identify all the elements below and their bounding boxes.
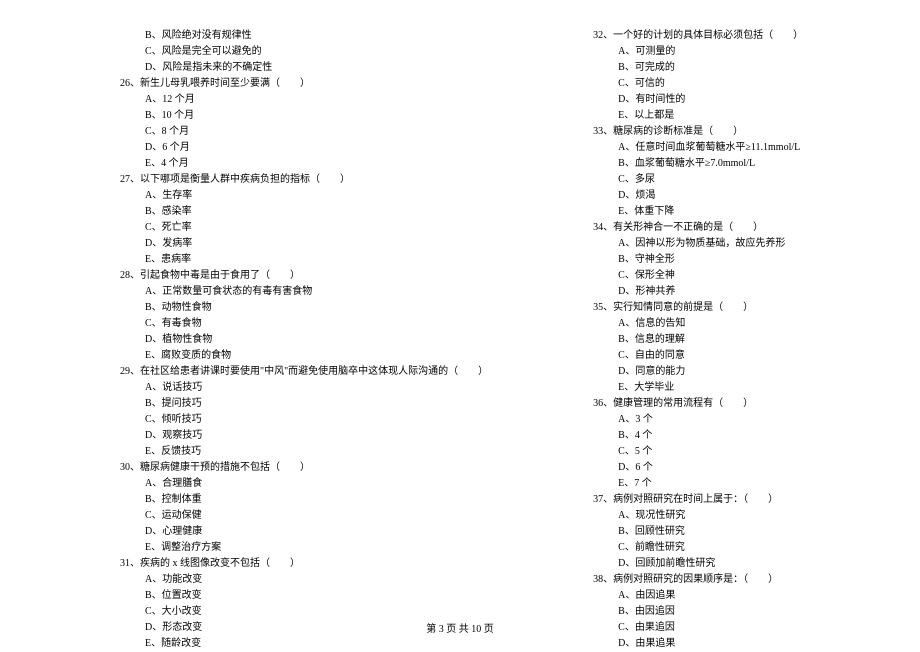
option-line: D、烦渴 — [538, 188, 908, 204]
option-line: A、说话技巧 — [65, 380, 488, 396]
question-line: 32、一个好的计划的具体目标必须包括（ ） — [538, 28, 908, 44]
option-line: C、前瞻性研究 — [538, 540, 908, 556]
option-line: B、控制体重 — [65, 492, 488, 508]
option-line: D、回顾加前瞻性研究 — [538, 556, 908, 572]
option-line: C、大小改变 — [65, 604, 488, 620]
option-line: A、合理膳食 — [65, 476, 488, 492]
option-line: C、自由的同意 — [538, 348, 908, 364]
option-line: B、感染率 — [65, 204, 488, 220]
option-line: C、多尿 — [538, 172, 908, 188]
question-line: 37、病例对照研究在时间上属于：（ ） — [538, 492, 908, 508]
option-line: B、由因追因 — [538, 604, 908, 620]
option-line: B、提问技巧 — [65, 396, 488, 412]
question-line: 26、新生儿母乳喂养时间至少要满（ ） — [65, 76, 488, 92]
option-line: A、任意时间血浆葡萄糖水平≥11.1mmol/L — [538, 140, 908, 156]
question-line: 28、引起食物中毒是由于食用了（ ） — [65, 268, 488, 284]
option-line: D、6 个 — [538, 460, 908, 476]
option-line: E、反馈技巧 — [65, 444, 488, 460]
option-line: B、血浆葡萄糖水平≥7.0mmol/L — [538, 156, 908, 172]
option-line: B、守神全形 — [538, 252, 908, 268]
right-column: 32、一个好的计划的具体目标必须包括（ ）A、可测量的B、可完成的C、可信的D、… — [513, 28, 920, 652]
option-line: C、死亡率 — [65, 220, 488, 236]
option-line: D、同意的能力 — [538, 364, 908, 380]
question-line: 34、有关形神合一不正确的是（ ） — [538, 220, 908, 236]
option-line: B、回顾性研究 — [538, 524, 908, 540]
question-line: 35、实行知情同意的前提是（ ） — [538, 300, 908, 316]
question-line: 30、糖尿病健康干预的措施不包括（ ） — [65, 460, 488, 476]
option-line: A、正常数量可食状态的有毒有害食物 — [65, 284, 488, 300]
option-line: B、动物性食物 — [65, 300, 488, 316]
option-line: B、位置改变 — [65, 588, 488, 604]
option-line: B、10 个月 — [65, 108, 488, 124]
option-line: C、5 个 — [538, 444, 908, 460]
option-line: B、风险绝对没有规律性 — [65, 28, 488, 44]
option-line: B、可完成的 — [538, 60, 908, 76]
option-line: E、大学毕业 — [538, 380, 908, 396]
option-line: D、心理健康 — [65, 524, 488, 540]
option-line: D、有时间性的 — [538, 92, 908, 108]
option-line: A、功能改变 — [65, 572, 488, 588]
question-line: 33、糖尿病的诊断标准是（ ） — [538, 124, 908, 140]
option-line: C、倾听技巧 — [65, 412, 488, 428]
option-line: D、风险是指未来的不确定性 — [65, 60, 488, 76]
option-line: C、风险是完全可以避免的 — [65, 44, 488, 60]
option-line: E、以上都是 — [538, 108, 908, 124]
option-line: E、7 个 — [538, 476, 908, 492]
option-line: D、植物性食物 — [65, 332, 488, 348]
option-line: C、有毒食物 — [65, 316, 488, 332]
page-footer: 第 3 页 共 10 页 — [0, 620, 920, 635]
option-line: D、观察技巧 — [65, 428, 488, 444]
option-line: E、4 个月 — [65, 156, 488, 172]
option-line: E、腐败变质的食物 — [65, 348, 488, 364]
option-line: A、可测量的 — [538, 44, 908, 60]
option-line: D、6 个月 — [65, 140, 488, 156]
option-line: C、可信的 — [538, 76, 908, 92]
question-line: 38、病例对照研究的因果顺序是：（ ） — [538, 572, 908, 588]
option-line: A、12 个月 — [65, 92, 488, 108]
option-line: E、患病率 — [65, 252, 488, 268]
option-line: D、发病率 — [65, 236, 488, 252]
option-line: E、体重下降 — [538, 204, 908, 220]
option-line: A、3 个 — [538, 412, 908, 428]
page-content: B、风险绝对没有规律性C、风险是完全可以避免的D、风险是指未来的不确定性26、新… — [0, 0, 920, 652]
option-line: E、调整治疗方案 — [65, 540, 488, 556]
option-line: A、生存率 — [65, 188, 488, 204]
option-line: C、运动保健 — [65, 508, 488, 524]
option-line: B、信息的理解 — [538, 332, 908, 348]
question-line: 31、疾病的 x 线图像改变不包括（ ） — [65, 556, 488, 572]
option-line: C、8 个月 — [65, 124, 488, 140]
option-line: A、因神以形为物质基础，故应先养形 — [538, 236, 908, 252]
question-line: 27、以下哪项是衡量人群中疾病负担的指标（ ） — [65, 172, 488, 188]
left-column: B、风险绝对没有规律性C、风险是完全可以避免的D、风险是指未来的不确定性26、新… — [40, 28, 513, 652]
option-line: A、信息的告知 — [538, 316, 908, 332]
option-line: B、4 个 — [538, 428, 908, 444]
option-line: A、现况性研究 — [538, 508, 908, 524]
question-line: 29、在社区给患者讲课时要使用"中风"而避免使用脑卒中这体现人际沟通的（ ） — [65, 364, 488, 380]
option-line: D、形神共养 — [538, 284, 908, 300]
option-line: C、保形全神 — [538, 268, 908, 284]
option-line: A、由因追果 — [538, 588, 908, 604]
question-line: 36、健康管理的常用流程有（ ） — [538, 396, 908, 412]
